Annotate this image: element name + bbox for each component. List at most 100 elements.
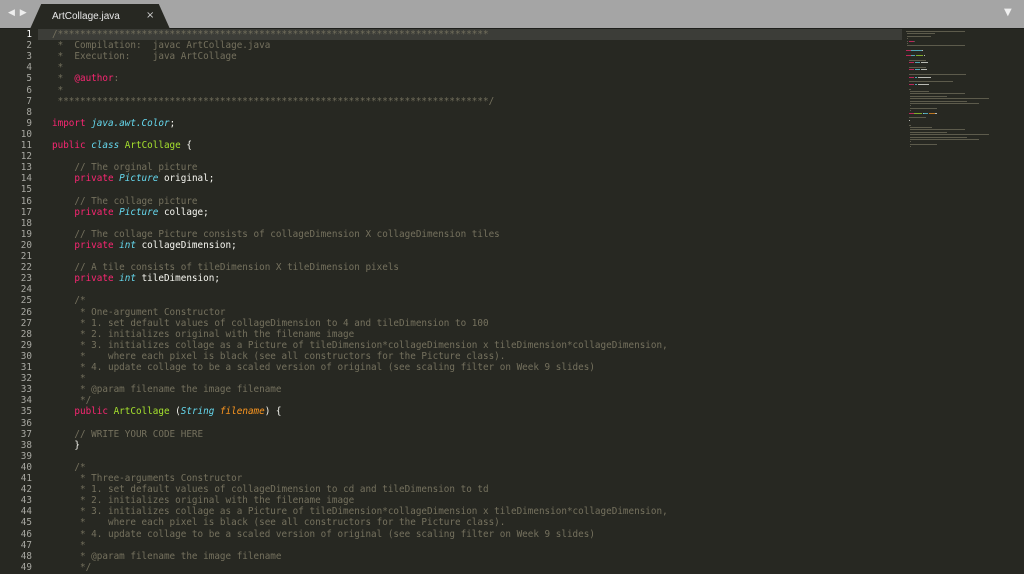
code-token: * @param filename the image filename (52, 550, 282, 562)
minimap-token (909, 105, 911, 107)
code-token: ArtCollage (113, 406, 176, 418)
minimap-token (909, 103, 979, 104)
line-number: 15 (20, 184, 32, 196)
code-line[interactable]: * where each pixel is black (see all con… (52, 351, 505, 362)
code-line[interactable]: * (52, 373, 86, 384)
minimap-token (909, 112, 914, 114)
code-line[interactable]: // The orginal picture (52, 162, 198, 174)
code-line[interactable]: * 4. update collage to be a scaled versi… (52, 362, 595, 373)
code-line[interactable]: * (52, 85, 64, 96)
code-line[interactable]: * Compilation: javac ArtCollage.java (52, 40, 271, 51)
tab-nav[interactable]: ◀ ▶ (8, 8, 28, 18)
minimap-token (918, 83, 929, 85)
code-line[interactable]: import java.awt.Color; (52, 118, 175, 129)
code-token: ****************************************… (52, 95, 495, 107)
code-line[interactable]: } (52, 440, 80, 451)
forward-arrow-icon[interactable]: ▶ (20, 8, 28, 18)
code-line[interactable]: // The collage Picture consists of colla… (52, 229, 499, 240)
line-number: 26 (20, 306, 32, 318)
code-line[interactable]: private int collageDimension; (52, 239, 236, 251)
line-number: 40 (20, 461, 32, 473)
code-token: * 1. set default values of collageDimens… (52, 317, 489, 329)
code-line[interactable]: * One-argument Constructor (52, 307, 226, 318)
code-line[interactable]: private int tileDimension; (52, 273, 220, 284)
code-line[interactable]: /***************************************… (52, 29, 489, 40)
tab-artcollage[interactable]: ArtCollage.java × (30, 4, 170, 29)
minimap-token (909, 98, 989, 100)
tab-dropdown-icon[interactable]: ▼ (1004, 7, 1012, 18)
code-token: * 2. initializes original with the filen… (52, 495, 355, 507)
minimap-token (909, 134, 989, 136)
code-line[interactable]: * 2. initializes original with the filen… (52, 495, 354, 506)
code-line[interactable]: public ArtCollage (String filename) { (52, 406, 281, 418)
code-line[interactable]: * (52, 62, 64, 74)
code-area[interactable]: /***************************************… (52, 29, 902, 574)
code-line[interactable]: * 1. set default values of collageDimens… (52, 318, 489, 329)
code-line[interactable]: // The collage picture (52, 196, 197, 207)
code-line[interactable]: * Three-arguments Constructor (52, 473, 242, 484)
code-line[interactable]: * 3. initializes collage as a Picture of… (52, 340, 668, 351)
line-number: 7 (26, 95, 32, 107)
code-token: * (52, 539, 86, 551)
code-line[interactable]: * 4. update collage to be a scaled versi… (52, 529, 595, 540)
line-number: 13 (20, 162, 32, 174)
code-line[interactable]: * (52, 540, 86, 551)
code-line[interactable]: */ (52, 562, 91, 573)
code-token: * 3. initializes collage as a Picture of… (52, 506, 668, 518)
code-line[interactable]: // WRITE YOUR CODE HERE (52, 429, 203, 440)
tab-close-icon[interactable]: × (146, 10, 154, 21)
line-number: 8 (26, 106, 32, 118)
code-line[interactable]: * @param filename the image filename (52, 551, 282, 562)
code-line[interactable]: public class ArtCollage { (52, 140, 192, 151)
code-line[interactable]: private Picture original; (52, 173, 214, 184)
code-line[interactable]: * 2. initializes original with the filen… (52, 329, 354, 340)
minimap-token (909, 129, 965, 131)
minimap-token (909, 95, 947, 97)
line-number: 24 (20, 284, 32, 296)
line-number: 49 (20, 561, 32, 573)
code-line[interactable]: */ (52, 395, 91, 406)
minimap[interactable] (902, 29, 1024, 574)
code-line[interactable]: * 1. set default values of collageDimens… (52, 484, 489, 495)
line-number: 25 (20, 295, 32, 307)
code-token: : (113, 73, 120, 85)
code-line[interactable]: * @author: (52, 73, 120, 85)
code-line[interactable]: * Execution: java ArtCollage (52, 51, 237, 62)
code-token: * 3. initializes collage as a Picture of… (52, 339, 668, 351)
code-token: * (52, 62, 64, 74)
minimap-token (915, 83, 918, 85)
code-token: * where each pixel is black (see all con… (52, 350, 506, 362)
code-line[interactable]: * where each pixel is black (see all con… (52, 517, 505, 528)
code-line[interactable]: * 3. initializes collage as a Picture of… (52, 506, 668, 517)
code-token: ArtCollage (124, 140, 187, 151)
code-line[interactable]: private Picture collage; (52, 207, 208, 218)
minimap-token (909, 93, 965, 95)
code-token: * @param filename the image filename (52, 384, 282, 396)
code-token: /* (52, 295, 86, 307)
code-line[interactable]: ****************************************… (52, 95, 495, 107)
code-token: // The orginal picture (52, 162, 198, 174)
minimap-token (909, 146, 912, 148)
minimap-token (918, 76, 931, 78)
code-line[interactable]: * @param filename the image filename (52, 384, 282, 395)
code-token: * 4. update collage to be a scaled versi… (52, 528, 595, 540)
minimap-token (915, 55, 924, 56)
code-token: @author (74, 73, 114, 85)
minimap-token (906, 35, 931, 37)
line-number: 4 (26, 62, 32, 74)
code-token: Picture (119, 173, 164, 185)
code-token: int (119, 239, 142, 251)
code-line[interactable]: /* (52, 295, 86, 307)
line-number: 23 (20, 273, 32, 285)
minimap-token (909, 83, 915, 85)
minimap-token (909, 110, 912, 112)
code-line[interactable]: /* (52, 462, 85, 473)
code-editor[interactable]: 1 2 3 4 5 6 7 8 9 10 11 12 13 14 15 16 17 18 19 20 21 22 23 24 2… (0, 29, 1024, 574)
code-token: { (186, 140, 192, 151)
code-token: * (52, 73, 75, 85)
code-line[interactable]: // A tile consists of tileDimension X ti… (52, 262, 399, 273)
minimap-token (909, 139, 979, 140)
line-number: 18 (20, 217, 32, 229)
line-number: 41 (20, 473, 32, 484)
back-arrow-icon[interactable]: ◀ (8, 8, 16, 18)
